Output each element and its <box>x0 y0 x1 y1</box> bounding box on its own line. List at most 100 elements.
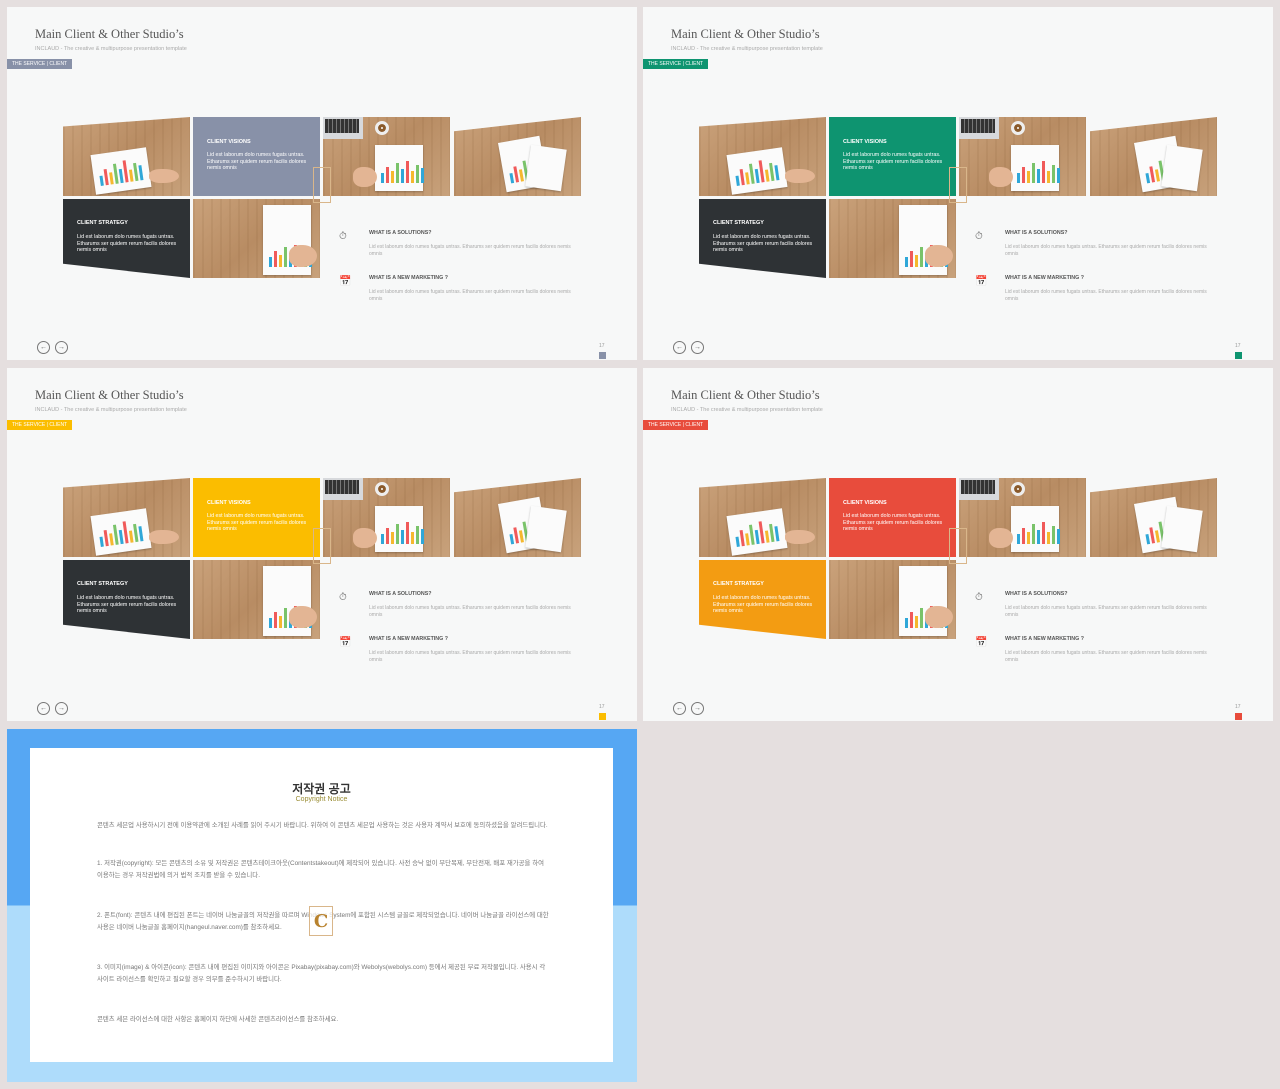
client-strategy-text: Lid est laborum dolo rumes fugats untras… <box>77 595 177 614</box>
solutions-text: Lid est laborum dolo rumes fugats untras… <box>369 244 571 257</box>
client-strategy-box: CLIENT STRATEGY Lid est laborum dolo rume… <box>63 199 190 278</box>
copyright-title: 저작권 공고 <box>292 782 351 796</box>
copyright-slide: 저작권 공고 Copyright Notice 콘텐츠 세븐업 사용하시기 전에… <box>7 729 637 1082</box>
desk-photo-report <box>829 199 956 278</box>
desk-photo-laptop <box>323 117 450 196</box>
desk-photo-laptop <box>959 478 1086 557</box>
client-strategy-title: CLIENT STRATEGY <box>77 581 128 587</box>
desk-photo-report <box>193 560 320 639</box>
solutions-title: WHAT IS A SOLUTIONS? <box>369 591 432 597</box>
new-marketing-title: WHAT IS A NEW MARKETING ? <box>1005 636 1084 642</box>
page-accent-bar <box>599 713 606 720</box>
copyright-subtitle: Copyright Notice <box>295 796 348 803</box>
client-visions-text: Lid est laborum dolo rumes fugats untras… <box>207 152 307 171</box>
solutions-title: WHAT IS A SOLUTIONS? <box>1005 591 1068 597</box>
image-grid: CLIENT VISIONS Lid est laborum dolo rumes… <box>643 368 1273 721</box>
desk-photo-laptop <box>959 117 1086 196</box>
image-grid: CLIENT VISIONS Lid est laborum dolo rumes… <box>7 368 637 721</box>
client-visions-text: Lid est laborum dolo rumes fugats untras… <box>843 513 943 532</box>
brand-badge-logo: C <box>309 906 333 936</box>
client-strategy-box: CLIENT STRATEGY Lid est laborum dolo rume… <box>699 560 826 639</box>
arrow-left-circle-icon[interactable]: ← <box>673 702 686 715</box>
desk-photo-report <box>829 560 956 639</box>
copyright-section-image: 3. 이미지(image) & 아이콘(icon): 콘텐츠 내에 편집된 이미… <box>97 964 546 983</box>
desk-photo-laptop <box>323 478 450 557</box>
clock-icon: ⏱ <box>339 231 347 242</box>
arrow-left-circle-icon[interactable]: ← <box>37 341 50 354</box>
page-number: 17 <box>1235 343 1241 349</box>
slide-4: Main Client & Other Studio’s INCLAUD - Th… <box>643 368 1273 721</box>
decorative-frame <box>949 167 967 203</box>
clock-icon: ⏱ <box>339 592 347 603</box>
client-strategy-text: Lid est laborum dolo rumes fugats untras… <box>713 234 813 253</box>
solutions-title: WHAT IS A SOLUTIONS? <box>1005 230 1068 236</box>
client-visions-box: CLIENT VISIONS Lid est laborum dolo rumes… <box>829 117 956 196</box>
client-visions-box: CLIENT VISIONS Lid est laborum dolo rumes… <box>829 478 956 557</box>
slide-3: Main Client & Other Studio’s INCLAUD - Th… <box>7 368 637 721</box>
copyright-section-copyright: 1. 저작권(copyright): 모든 콘텐츠의 소유 및 저작권은 콘텐츠… <box>97 860 544 879</box>
slide-1: Main Client & Other Studio’s INCLAUD - Th… <box>7 7 637 360</box>
solutions-text: Lid est laborum dolo rumes fugats untras… <box>1005 605 1207 618</box>
arrow-right-circle-icon[interactable]: → <box>691 341 704 354</box>
arrow-left-circle-icon[interactable]: ← <box>37 702 50 715</box>
desk-photo-documents <box>1090 117 1217 196</box>
arrow-right-circle-icon[interactable]: → <box>55 702 68 715</box>
slide-2: Main Client & Other Studio’s INCLAUD - Th… <box>643 7 1273 360</box>
solutions-title: WHAT IS A SOLUTIONS? <box>369 230 432 236</box>
client-visions-text: Lid est laborum dolo rumes fugats untras… <box>843 152 943 171</box>
copyright-document: 저작권 공고 Copyright Notice 콘텐츠 세븐업 사용하시기 전에… <box>30 748 613 1062</box>
copyright-footer-note: 콘텐츠 세븐 라이선스에 대한 사항은 홈페이지 하단에 사세한 콘텐츠라이선스… <box>97 1016 339 1023</box>
new-marketing-text: Lid est laborum dolo rumes fugats untras… <box>1005 650 1207 663</box>
solutions-text: Lid est laborum dolo rumes fugats untras… <box>369 605 571 618</box>
calendar-icon: 📅 <box>339 276 352 287</box>
clock-icon: ⏱ <box>975 231 983 242</box>
desk-photo-chart <box>63 478 190 557</box>
desk-photo-chart <box>699 117 826 196</box>
client-visions-box: CLIENT VISIONS Lid est laborum dolo rumes… <box>193 117 320 196</box>
arrow-right-circle-icon[interactable]: → <box>55 341 68 354</box>
image-grid: CLIENT VISIONS Lid est laborum dolo rumes… <box>643 7 1273 360</box>
decorative-frame <box>949 528 967 564</box>
client-visions-title: CLIENT VISIONS <box>843 500 887 506</box>
page-number: 17 <box>599 343 605 349</box>
client-visions-title: CLIENT VISIONS <box>207 500 251 506</box>
arrow-right-circle-icon[interactable]: → <box>691 702 704 715</box>
desk-photo-documents <box>454 117 581 196</box>
desk-photo-chart <box>63 117 190 196</box>
desk-photo-report <box>193 199 320 278</box>
page-number: 17 <box>1235 704 1241 710</box>
client-strategy-text: Lid est laborum dolo rumes fugats untras… <box>713 595 813 614</box>
page-accent-bar <box>1235 352 1242 359</box>
page-accent-bar <box>1235 713 1242 720</box>
new-marketing-title: WHAT IS A NEW MARKETING ? <box>1005 275 1084 281</box>
arrow-left-circle-icon[interactable]: ← <box>673 341 686 354</box>
client-strategy-title: CLIENT STRATEGY <box>713 220 764 226</box>
calendar-icon: 📅 <box>975 637 988 648</box>
client-strategy-box: CLIENT STRATEGY Lid est laborum dolo rume… <box>63 560 190 639</box>
desk-photo-documents <box>454 478 581 557</box>
desk-photo-chart <box>699 478 826 557</box>
copyright-intro: 콘텐츠 세븐업 사용하시기 전에 이용약관에 소개된 사례를 읽어 주시기 바랍… <box>97 822 548 829</box>
calendar-icon: 📅 <box>339 637 352 648</box>
new-marketing-title: WHAT IS A NEW MARKETING ? <box>369 275 448 281</box>
decorative-frame <box>313 167 331 203</box>
page-accent-bar <box>599 352 606 359</box>
new-marketing-title: WHAT IS A NEW MARKETING ? <box>369 636 448 642</box>
clock-icon: ⏱ <box>975 592 983 603</box>
image-grid: CLIENT VISIONS Lid est laborum dolo rumes… <box>7 7 637 360</box>
client-visions-title: CLIENT VISIONS <box>843 139 887 145</box>
client-visions-title: CLIENT VISIONS <box>207 139 251 145</box>
client-strategy-box: CLIENT STRATEGY Lid est laborum dolo rume… <box>699 199 826 278</box>
calendar-icon: 📅 <box>975 276 988 287</box>
client-strategy-text: Lid est laborum dolo rumes fugats untras… <box>77 234 177 253</box>
new-marketing-text: Lid est laborum dolo rumes fugats untras… <box>369 289 571 302</box>
client-strategy-title: CLIENT STRATEGY <box>77 220 128 226</box>
new-marketing-text: Lid est laborum dolo rumes fugats untras… <box>1005 289 1207 302</box>
decorative-frame <box>313 528 331 564</box>
client-strategy-title: CLIENT STRATEGY <box>713 581 764 587</box>
desk-photo-documents <box>1090 478 1217 557</box>
client-visions-text: Lid est laborum dolo rumes fugats untras… <box>207 513 307 532</box>
page-number: 17 <box>599 704 605 710</box>
client-visions-box: CLIENT VISIONS Lid est laborum dolo rumes… <box>193 478 320 557</box>
solutions-text: Lid est laborum dolo rumes fugats untras… <box>1005 244 1207 257</box>
